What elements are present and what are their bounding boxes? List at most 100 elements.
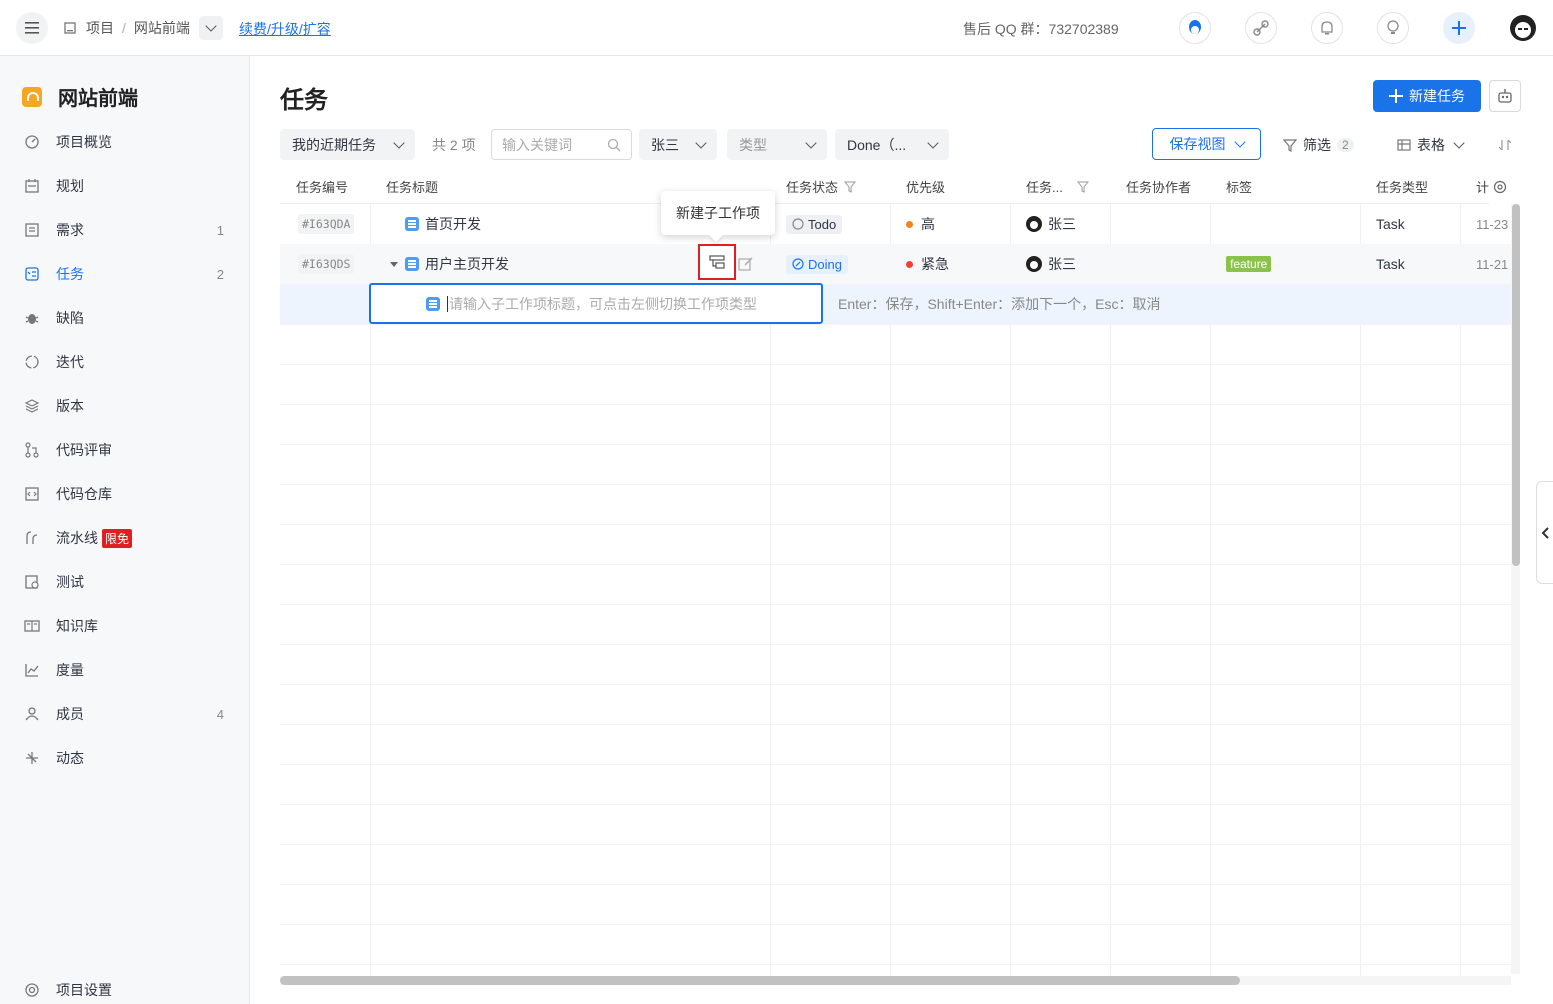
- grid-line: [280, 524, 1511, 525]
- breadcrumb-current-project[interactable]: 网站前端: [134, 18, 190, 38]
- assignee-name: 张三: [1048, 216, 1076, 232]
- sidebar-item-label: 需求: [56, 222, 84, 238]
- top-bar: 项目 / 网站前端 续费/升级/扩容 售后 QQ 群：732702389: [0, 0, 1553, 56]
- grid-line: [280, 884, 1511, 885]
- status-filter[interactable]: Done（...: [835, 129, 949, 160]
- sidebar-item-3[interactable]: 需求 1: [0, 208, 250, 252]
- sidebar-item-15[interactable]: 动态: [0, 736, 250, 780]
- task-title-cell[interactable]: 用户主页开发: [389, 244, 509, 284]
- sidebar-item-9[interactable]: 代码仓库: [0, 472, 250, 516]
- view-mode-dropdown[interactable]: 表格: [1397, 129, 1469, 160]
- project-icon: [64, 22, 76, 34]
- sidebar-item-13[interactable]: 度量: [0, 648, 250, 692]
- filter-icon[interactable]: [844, 181, 857, 193]
- sort-icon[interactable]: [1498, 129, 1514, 160]
- bug-icon: [24, 310, 40, 326]
- type-filter-label: 类型: [739, 136, 767, 153]
- project-title: 网站前端: [22, 82, 138, 111]
- new-task-button[interactable]: 新建任务: [1373, 80, 1481, 112]
- sidebar-item-count: 1: [216, 222, 224, 238]
- task-type-icon[interactable]: [405, 257, 419, 271]
- user-avatar[interactable]: [1508, 13, 1538, 43]
- plus-icon[interactable]: [1443, 12, 1475, 44]
- todo-circle-icon: [792, 218, 804, 230]
- new-subtask-tooltip: 新建子工作项: [661, 191, 775, 235]
- save-view-button[interactable]: 保存视图: [1152, 128, 1261, 160]
- sidebar-item-4[interactable]: 任务 2: [0, 252, 250, 296]
- view-mode-label: 表格: [1417, 136, 1445, 153]
- grid-line: [280, 324, 1511, 325]
- column-header-status[interactable]: 任务状态: [770, 170, 890, 204]
- side-panel-toggle[interactable]: [1536, 481, 1553, 584]
- qq-icon[interactable]: [1179, 12, 1211, 44]
- breadcrumb-projects[interactable]: 项目: [86, 18, 114, 38]
- sidebar-item-12[interactable]: 知识库: [0, 604, 250, 648]
- priority-text: 高: [921, 216, 935, 232]
- sidebar-item-2[interactable]: 规划: [0, 164, 250, 208]
- task-title[interactable]: 用户主页开发: [425, 254, 509, 274]
- table-row[interactable]: #I63QDS 用户主页开发 Doing 紧急 张三 feature Task …: [280, 244, 1511, 284]
- chevron-down-icon: [1453, 136, 1465, 149]
- column-header-plan-label: 计: [1476, 180, 1490, 195]
- column-settings-button[interactable]: [1489, 170, 1511, 204]
- horizontal-scrollbar[interactable]: [280, 976, 1511, 985]
- new-subtask-button[interactable]: [698, 244, 736, 280]
- status-filter-label: Done（...: [847, 136, 907, 153]
- priority-cell[interactable]: 紧急: [906, 244, 949, 284]
- sidebar-item-5[interactable]: 缺陷: [0, 296, 250, 340]
- table-row[interactable]: #I63QDA 首页开发 Todo 高 张三 Task 11-23: [280, 204, 1511, 244]
- sidebar-item-6[interactable]: 迭代: [0, 340, 250, 384]
- filter-count-badge: 2: [1337, 137, 1354, 152]
- assignee-cell[interactable]: 张三: [1026, 244, 1076, 284]
- edit-icon[interactable]: [738, 256, 754, 272]
- renew-upgrade-link[interactable]: 续费/升级/扩容: [239, 19, 331, 39]
- bell-icon[interactable]: [1311, 12, 1343, 44]
- menu-icon[interactable]: [16, 12, 48, 44]
- page-title: 任务: [280, 87, 328, 114]
- lightbulb-icon[interactable]: [1377, 12, 1409, 44]
- sidebar-item-7[interactable]: 版本: [0, 384, 250, 428]
- search-input[interactable]: 输入关键词: [491, 129, 632, 160]
- chevron-down-icon: [1233, 136, 1246, 148]
- assignee-filter[interactable]: 张三: [639, 129, 717, 160]
- task-type-text: Task: [1376, 216, 1405, 232]
- robot-button[interactable]: [1489, 80, 1521, 112]
- sidebar-item-14[interactable]: 成员 4: [0, 692, 250, 736]
- status-text: Todo: [808, 216, 837, 232]
- sidebar-item-label: 代码仓库: [56, 486, 112, 502]
- status-text: Doing: [808, 256, 842, 272]
- recent-tasks-dropdown[interactable]: 我的近期任务: [280, 129, 415, 160]
- subtask-type-switch-icon[interactable]: [426, 297, 440, 311]
- free-badge: 限免: [102, 528, 133, 548]
- vertical-scroll-thumb[interactable]: [1512, 204, 1520, 566]
- filter-icon[interactable]: [1076, 181, 1089, 193]
- filter-button[interactable]: 筛选 2: [1283, 129, 1355, 160]
- dashboard-icon: [24, 134, 40, 150]
- column-header-assignee[interactable]: 任务...: [1010, 170, 1110, 204]
- vertical-scrollbar[interactable]: [1511, 204, 1520, 974]
- task-title[interactable]: 首页开发: [425, 214, 481, 234]
- sidebar-item-label: 任务: [56, 266, 84, 282]
- link-icon[interactable]: [1245, 12, 1277, 44]
- tag-feature[interactable]: feature: [1226, 256, 1272, 272]
- assignee-cell[interactable]: 张三: [1026, 204, 1076, 244]
- sidebar-item-8[interactable]: 代码评审: [0, 428, 250, 472]
- sidebar-item-10[interactable]: 流水线 限免: [0, 516, 250, 560]
- caret-down-icon[interactable]: [389, 259, 399, 269]
- cycle-icon: [24, 354, 40, 370]
- project-switch-button[interactable]: [199, 16, 223, 40]
- task-title-cell[interactable]: 首页开发: [405, 204, 481, 244]
- task-type-icon[interactable]: [405, 217, 419, 231]
- status-badge[interactable]: Todo: [786, 214, 843, 234]
- priority-cell[interactable]: 高: [906, 204, 935, 244]
- sidebar-item-11[interactable]: 测试: [0, 560, 250, 604]
- subtask-title-input[interactable]: 请输入子工作项标题，可点击左侧切换工作项类型: [369, 283, 823, 324]
- sidebar-item-label: 代码评审: [56, 442, 112, 458]
- type-filter[interactable]: 类型: [727, 129, 827, 160]
- gear-icon: [1493, 180, 1507, 194]
- sidebar-item-1[interactable]: 项目概览: [0, 120, 250, 164]
- horizontal-scroll-thumb[interactable]: [280, 976, 1240, 985]
- project-settings-link[interactable]: 项目设置: [24, 980, 112, 1000]
- status-badge[interactable]: Doing: [786, 254, 848, 274]
- sidebar-item-label: 成员: [56, 706, 84, 722]
